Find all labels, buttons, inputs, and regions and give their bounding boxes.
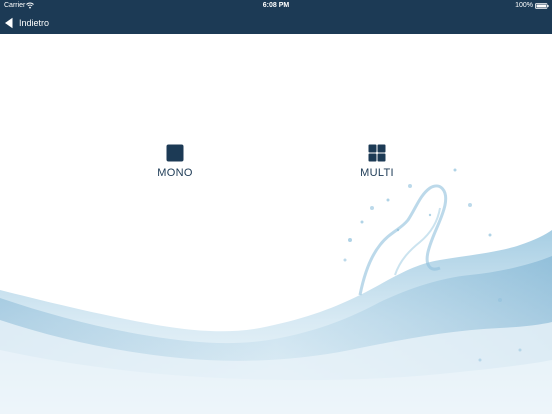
status-bar: Carrier 6:08 PM 100% [0, 0, 552, 11]
battery-icon [535, 3, 549, 9]
single-square-icon [166, 144, 184, 162]
screen: Carrier 6:08 PM 100% Indietro MONO MULTI [0, 0, 552, 414]
back-button-label: Indietro [19, 17, 50, 28]
mono-mode-label: MONO [157, 167, 193, 179]
mono-mode-button[interactable]: MONO [140, 144, 210, 184]
battery-percentage: 100% [515, 2, 533, 9]
navigation-bar: Indietro [0, 11, 552, 34]
status-time: 6:08 PM [262, 2, 290, 9]
back-arrow-icon [5, 17, 13, 28]
water-splash-image [0, 168, 552, 414]
multi-mode-button[interactable]: MULTI [342, 144, 412, 184]
top-bar: Carrier 6:08 PM 100% Indietro [0, 0, 552, 34]
multi-mode-label: MULTI [360, 167, 394, 179]
back-button[interactable]: Indietro [4, 11, 55, 34]
four-squares-grid-icon [368, 144, 386, 162]
